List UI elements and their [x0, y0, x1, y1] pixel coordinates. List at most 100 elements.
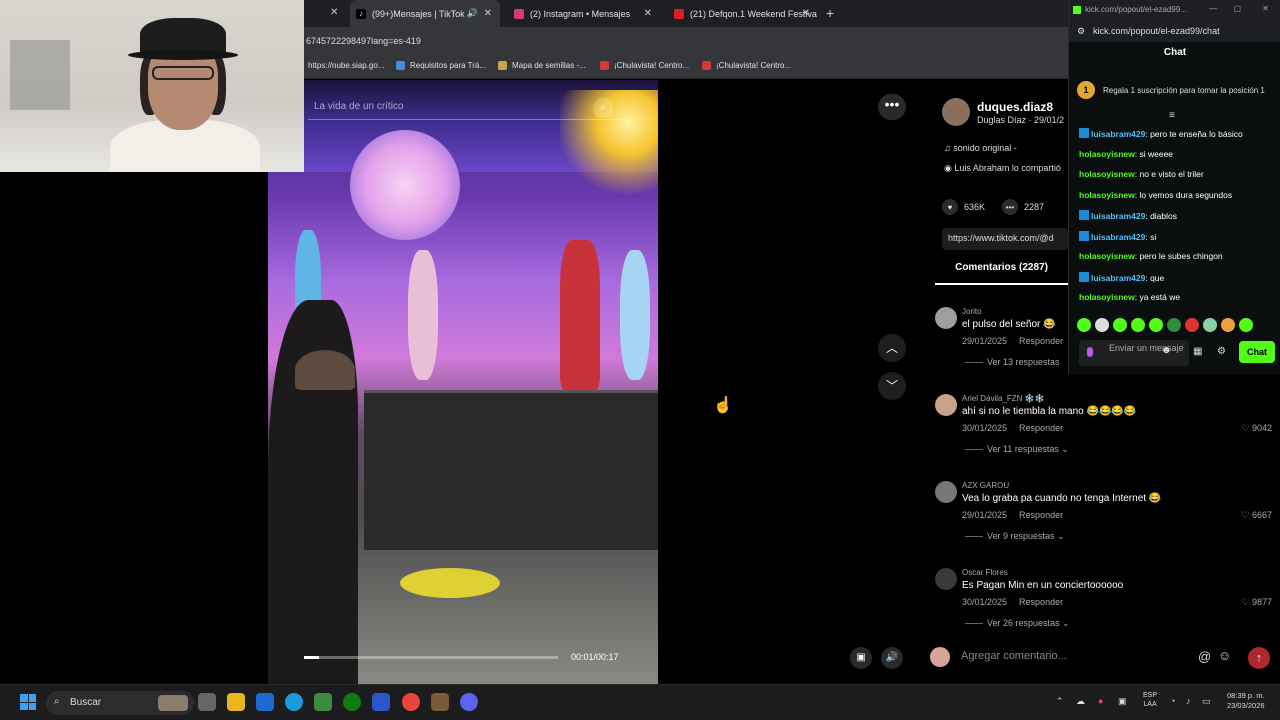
comment-like-button[interactable]: ♡ 9042 [1241, 423, 1272, 434]
view-replies-button[interactable]: Ver 11 respuestas ⌄ [965, 444, 1069, 455]
chat-username[interactable]: luisabram429 [1091, 211, 1145, 221]
word-icon[interactable] [372, 693, 390, 711]
tab-instagram[interactable]: (2) Instagram • Mensajes ✕ [508, 0, 660, 27]
tab-comments[interactable]: Comentarios (2287) [935, 262, 1068, 273]
microphone-icon[interactable] [1087, 347, 1093, 357]
chat-username[interactable]: luisabram429 [1091, 232, 1145, 242]
comment-like-button[interactable]: ♡ 6667 [1241, 510, 1272, 521]
microphone-icon[interactable]: ● [1098, 696, 1103, 706]
store-icon[interactable]: ▦ [1193, 346, 1202, 357]
emote-icon[interactable] [1131, 318, 1145, 332]
bookmark-item[interactable]: Requisitos para Trá... [396, 61, 486, 70]
cloud-icon[interactable]: ☁ [1076, 696, 1085, 707]
video-search-input[interactable]: La vida de un crítico [308, 96, 626, 120]
windows-start-icon[interactable] [20, 694, 36, 710]
search-icon[interactable]: ⌕ [593, 98, 613, 118]
language-indicator[interactable]: ESP LAA [1143, 691, 1157, 709]
volume-icon[interactable]: 🔊 [881, 647, 903, 669]
bookmark-item[interactable]: Mapa de semillas -... [498, 61, 586, 70]
view-replies-button[interactable]: Ver 9 respuestas ⌄ [965, 531, 1065, 542]
pip-icon[interactable]: ▣ [850, 647, 872, 669]
emote-icon[interactable] [1167, 318, 1181, 332]
filter-icon[interactable]: ≡ [1169, 110, 1175, 121]
chat-username[interactable]: holasoyisnew [1079, 190, 1135, 200]
emote-icon[interactable] [1203, 318, 1217, 332]
close-tab-icon[interactable]: ✕ [484, 8, 492, 19]
mention-icon[interactable]: @ [1198, 649, 1211, 664]
file-explorer-icon[interactable] [227, 693, 245, 711]
chat-username[interactable]: luisabram429 [1091, 129, 1145, 139]
task-view-icon[interactable] [198, 693, 216, 711]
bookmark-item[interactable]: ¡Chulavista! Centro... [702, 61, 791, 70]
emoji-icon[interactable]: ☻ [1161, 345, 1172, 356]
new-tab-button[interactable]: + [826, 5, 834, 21]
more-options-icon[interactable]: ••• [878, 94, 906, 120]
edge-icon[interactable] [285, 693, 303, 711]
comment-username[interactable]: AZX GAROU [962, 481, 1009, 490]
copy-link-field[interactable]: https://www.tiktok.com/@d [942, 228, 1068, 250]
author-avatar[interactable] [942, 98, 970, 126]
send-comment-button[interactable]: ↑ [1248, 647, 1270, 669]
emote-icon[interactable] [1077, 318, 1091, 332]
close-icon[interactable]: ✕ [1262, 4, 1269, 13]
wifi-icon[interactable]: ◔ [1170, 696, 1175, 706]
discord-icon[interactable] [460, 693, 478, 711]
tab-youtube[interactable]: (21) Defqon.1 Weekend Festiva ✕ [668, 0, 818, 27]
video-progress-bar[interactable] [304, 656, 558, 659]
chat-message-input[interactable]: Enviar un mensaje [1079, 340, 1189, 366]
close-tab-icon[interactable]: ✕ [330, 7, 338, 18]
address-bar[interactable]: 6745722298497lang=es-419 [304, 27, 1068, 55]
bookmark-item[interactable]: ¡Chulavista! Centro... [600, 61, 689, 70]
kick-url-bar[interactable]: ⚙ kick.com/popout/el-ezad99/chat [1069, 22, 1280, 42]
like-button[interactable]: ♥ 636K [942, 199, 985, 215]
avatar[interactable] [935, 568, 957, 590]
minecraft-icon[interactable] [314, 693, 332, 711]
tab-tiktok[interactable]: ♪ (99+)Mensajes | TikTok 🔊 ✕ [350, 0, 500, 27]
chat-username[interactable]: holasoyisnew [1079, 292, 1135, 302]
close-tab-icon[interactable]: ✕ [644, 8, 652, 19]
emote-icon[interactable] [1185, 318, 1199, 332]
reply-button[interactable]: Responder [1019, 597, 1063, 607]
gear-icon[interactable]: ⚙ [1217, 346, 1226, 357]
emoji-icon[interactable]: ☺ [1218, 648, 1231, 663]
chat-username[interactable]: holasoyisnew [1079, 169, 1135, 179]
emote-icon[interactable] [1149, 318, 1163, 332]
clock[interactable]: 08:39 p. m. 23/03/2026 [1227, 691, 1265, 711]
xbox-icon[interactable] [343, 693, 361, 711]
reply-button[interactable]: Responder [1019, 336, 1063, 346]
sound-info[interactable]: ♫ sonido original - [944, 143, 1017, 153]
volume-icon[interactable]: ♪ [1186, 696, 1191, 706]
view-replies-button[interactable]: Ver 13 respuestas [965, 357, 1060, 367]
pinned-gift-banner[interactable]: 1 Regala 1 suscripción para tomar la pos… [1077, 76, 1273, 104]
chevron-down-icon[interactable]: ﹀ [878, 372, 906, 400]
emote-icon[interactable] [1095, 318, 1109, 332]
avatar[interactable] [935, 481, 957, 503]
chat-username[interactable]: holasoyisnew [1079, 149, 1135, 159]
minimize-icon[interactable]: — [1209, 4, 1217, 13]
speaker-icon[interactable]: 🔊 [467, 8, 478, 19]
comment-username[interactable]: Oscar Flores [962, 568, 1008, 577]
chrome-icon[interactable] [402, 693, 420, 711]
reply-button[interactable]: Responder [1019, 423, 1063, 433]
comment-like-button[interactable]: ♡ 9877 [1241, 597, 1272, 608]
chevron-up-icon[interactable]: ⌃ [1056, 696, 1064, 707]
emote-icon[interactable] [1221, 318, 1235, 332]
view-replies-button[interactable]: Ver 26 respuestas ⌄ [965, 618, 1070, 629]
author-name[interactable]: duques.diaz8 [977, 100, 1053, 114]
chat-username[interactable]: holasoyisnew [1079, 251, 1135, 261]
comment-username[interactable]: Ariel Dávila_FZN ❄️❄️ [962, 394, 1045, 403]
chat-username[interactable]: luisabram429 [1091, 273, 1145, 283]
app-icon[interactable] [431, 693, 449, 711]
taskbar-search[interactable]: ⌕ Buscar [46, 691, 194, 715]
reply-button[interactable]: Responder [1019, 510, 1063, 520]
battery-icon[interactable]: ▭ [1202, 696, 1211, 707]
avatar[interactable] [935, 307, 957, 329]
bookmark-item[interactable]: https://nube.siap.go... [308, 61, 385, 70]
comment-username[interactable]: Jorito [962, 307, 982, 316]
comment-button[interactable]: ••• 2287 [1002, 199, 1044, 215]
chevron-up-icon[interactable]: ︿ [878, 334, 906, 362]
maximize-icon[interactable]: ▢ [1233, 4, 1241, 13]
store-icon[interactable] [256, 693, 274, 711]
site-settings-icon[interactable]: ⚙ [1077, 26, 1085, 37]
emote-icon[interactable] [1239, 318, 1253, 332]
